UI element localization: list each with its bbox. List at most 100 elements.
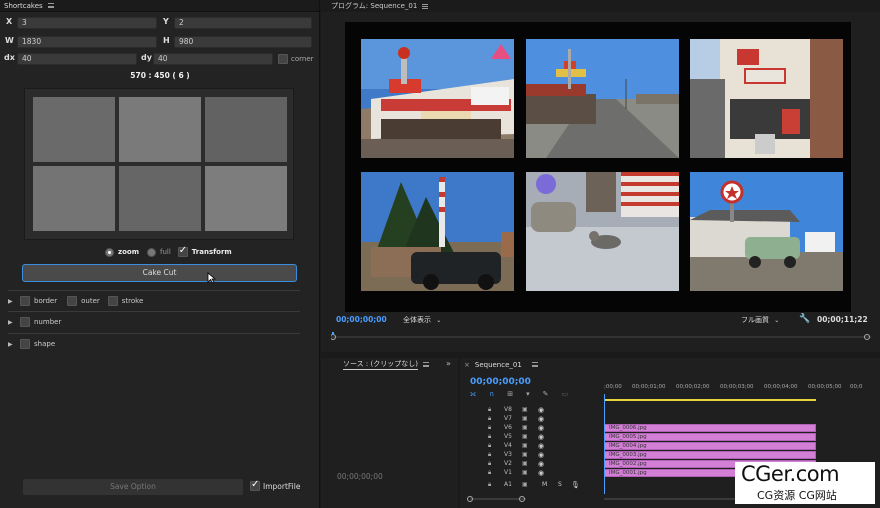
program-controls: 00;00;00;00 全体表示 ⌄ フル画質 ⌄ 🔧 00;00;11;22 [321,312,880,328]
timeline-tab[interactable]: × Sequence_01 [460,358,880,371]
expand-triangle-icon[interactable]: ▶ [8,341,16,348]
timeline-timecode[interactable]: 00;00;00;00 [470,377,531,387]
h-input[interactable]: 980 [174,36,312,48]
ruler-label: ;00;00 [604,384,622,390]
playhead[interactable] [604,394,605,494]
y-input[interactable]: 2 [174,17,312,29]
stroke-checkbox[interactable] [107,296,118,306]
photo-gas-station [690,172,843,291]
number-checkbox[interactable] [20,317,30,327]
grid-cell [205,97,287,162]
sync-icon[interactable]: ▣ [522,481,528,488]
eye-icon[interactable]: ◉ [538,460,544,468]
track-v4: 🔒︎ V4 ▣ ◉ IMG_0004.jpg [460,442,880,451]
panel-tab[interactable]: Shortcakes [0,0,319,12]
expand-triangle-icon[interactable]: ▶ [8,298,16,305]
corner-checkbox[interactable] [278,54,288,64]
zoom-radio[interactable] [105,247,114,257]
microphone-icon[interactable]: 🎙︎ [571,481,580,489]
time-ruler[interactable]: ;00;00 00;00;01;00 00;00;02;00 00;00;03;… [604,384,880,401]
track-label: V7 [504,415,512,422]
source-tab[interactable]: ソース : (クリップなし) [321,358,458,371]
expand-triangle-icon[interactable]: ▶ [8,319,16,326]
dy-input[interactable]: 40 [153,53,273,65]
x-input[interactable]: 3 [17,17,157,29]
lock-icon[interactable]: 🔒︎ [488,442,491,450]
shape-section[interactable]: ▶ shape [8,337,300,351]
eye-icon[interactable]: ◉ [538,406,544,414]
sync-icon[interactable]: ▣ [522,469,528,476]
wrench-icon[interactable]: ✎ [543,390,549,400]
eye-icon[interactable]: ◉ [538,415,544,423]
xy-row: X 3 Y 2 [0,17,320,30]
eye-icon[interactable]: ◉ [538,442,544,450]
lock-icon[interactable]: 🔒︎ [488,460,491,468]
track-label: V5 [504,433,512,440]
transform-checkbox[interactable] [177,245,188,257]
close-icon[interactable]: × [464,361,470,369]
cake-cut-button[interactable]: Cake Cut [22,264,297,282]
sync-icon[interactable]: ▣ [522,442,528,449]
program-scrub-bar[interactable] [330,329,871,342]
ruler-label: 00;0 [850,384,863,390]
sync-icon[interactable]: ▣ [522,433,528,440]
program-menu-icon[interactable] [422,3,429,9]
snap-icon[interactable]: ⟗ [470,390,476,400]
divider [8,290,300,291]
importfile-option[interactable]: ImportFile [250,479,300,491]
ruler-label: 00;00;05;00 [808,384,842,390]
importfile-checkbox[interactable] [250,479,260,491]
source-menu-icon[interactable] [422,362,429,367]
wrench-icon[interactable]: 🔧 [799,314,810,324]
sync-icon[interactable]: ▣ [522,406,528,413]
clip[interactable]: IMG_0004.jpg [604,442,816,450]
eye-icon[interactable]: ◉ [538,469,544,477]
lock-icon[interactable]: 🔒︎ [488,406,491,414]
clip[interactable]: IMG_0006.jpg [604,424,816,432]
eye-icon[interactable]: ◉ [538,451,544,459]
border-section[interactable]: ▶ border outer stroke [8,294,300,308]
timeline-menu-icon[interactable] [531,362,538,367]
photo-old-car [361,172,514,291]
w-input[interactable]: 1830 [17,36,157,48]
sync-icon[interactable]: ▣ [522,415,528,422]
border-checkbox[interactable] [20,296,30,306]
number-section[interactable]: ▶ number [8,315,300,329]
caption-icon[interactable]: ▭ [562,390,569,400]
ruler-label: 00;00;02;00 [676,384,710,390]
lock-icon[interactable]: 🔒︎ [488,433,491,441]
lock-icon[interactable]: 🔒︎ [488,481,491,489]
marker-icon[interactable]: ▾ [526,390,530,400]
lock-icon[interactable]: 🔒︎ [488,424,491,432]
clip[interactable]: IMG_0003.jpg [604,451,816,459]
save-option-button[interactable]: Save Option [23,479,243,495]
linked-selection-icon[interactable]: ⊞ [507,390,513,400]
sync-icon[interactable]: ▣ [522,424,528,431]
lock-icon[interactable]: 🔒︎ [488,415,491,423]
magnet-icon[interactable]: ∩ [489,390,494,400]
work-area-bar[interactable] [604,399,816,401]
program-tab[interactable]: プログラム: Sequence_01 [321,0,880,12]
shape-checkbox[interactable] [20,339,30,349]
eye-icon[interactable]: ◉ [538,424,544,432]
outer-checkbox[interactable] [67,296,78,306]
mute-button[interactable]: M [542,481,547,488]
panel-menu-icon[interactable] [47,3,54,8]
lock-icon[interactable]: 🔒︎ [488,469,491,477]
sync-icon[interactable]: ▣ [522,451,528,458]
eye-icon[interactable]: ◉ [538,433,544,441]
sync-icon[interactable]: ▣ [522,460,528,467]
track-label: V2 [504,460,512,467]
full-radio[interactable] [147,247,156,257]
quality-dropdown[interactable]: フル画質 ⌄ [741,315,779,325]
program-timecode[interactable]: 00;00;00;00 [336,315,387,324]
lock-icon[interactable]: 🔒︎ [488,451,491,459]
solo-button[interactable]: S [558,481,562,488]
track-v8: 🔒︎ V8 ▣ ◉ [460,406,880,415]
panel-overflow-icon[interactable]: » [446,359,451,368]
track-v6: 🔒︎ V6 ▣ ◉ IMG_0006.jpg [460,424,880,433]
zoom-dropdown[interactable]: 全体表示 ⌄ [403,315,441,325]
dx-input[interactable]: 40 [17,53,137,65]
sequence-name: Sequence_01 [474,360,522,369]
clip[interactable]: IMG_0005.jpg [604,433,816,441]
